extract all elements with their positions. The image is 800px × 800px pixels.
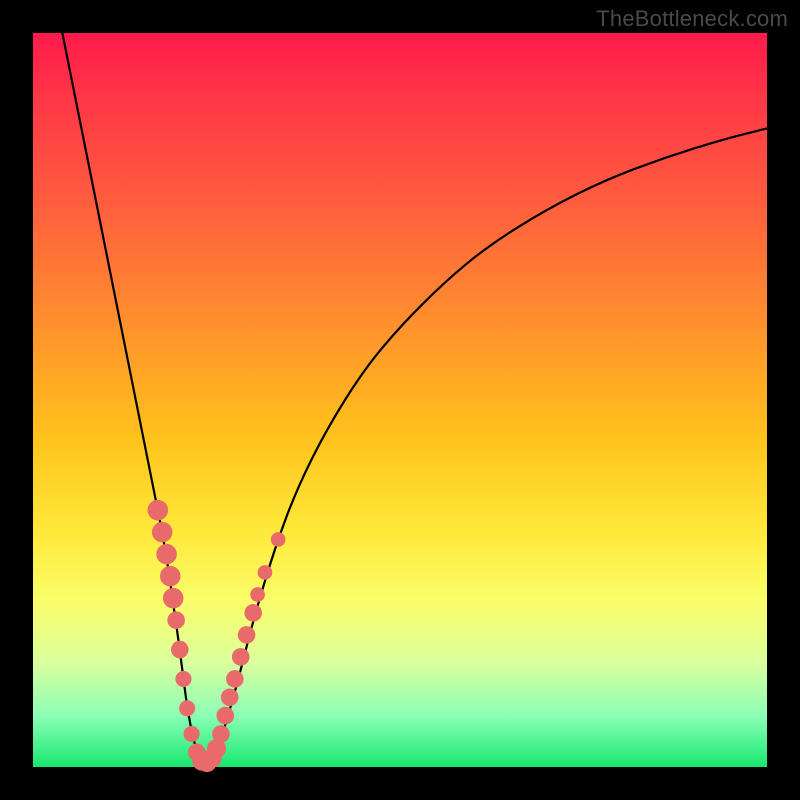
marker-dot — [271, 532, 286, 547]
marker-dot — [244, 604, 262, 622]
marker-dot — [238, 626, 256, 644]
marker-dot — [179, 700, 195, 716]
marker-dot — [221, 688, 239, 706]
marker-dot — [232, 648, 250, 666]
marker-dot — [250, 587, 265, 602]
marker-dot — [183, 726, 199, 742]
marker-dot — [217, 707, 235, 725]
outer-frame: TheBottleneck.com — [0, 0, 800, 800]
bottleneck-curve — [62, 33, 767, 763]
curve-layer — [33, 33, 767, 767]
marker-dot — [163, 588, 184, 609]
marker-group — [148, 500, 286, 772]
watermark-text: TheBottleneck.com — [596, 6, 788, 32]
marker-dot — [226, 670, 244, 688]
marker-dot — [156, 544, 177, 565]
marker-dot — [171, 641, 189, 659]
marker-dot — [175, 671, 191, 687]
marker-dot — [152, 522, 173, 543]
marker-dot — [160, 566, 181, 587]
marker-dot — [167, 611, 185, 629]
marker-dot — [212, 725, 230, 743]
marker-dot — [258, 565, 273, 580]
marker-dot — [148, 500, 169, 521]
